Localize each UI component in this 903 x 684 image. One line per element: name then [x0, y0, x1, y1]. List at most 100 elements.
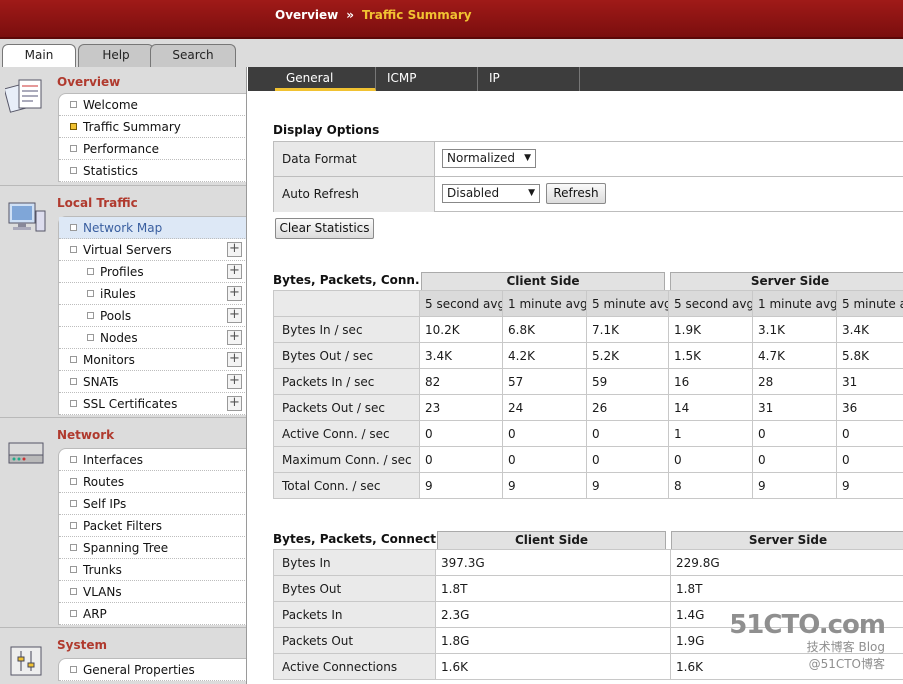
data-format-label: Data Format: [274, 142, 435, 177]
sidebar-item-routes[interactable]: Routes: [59, 471, 246, 493]
table-cell: 9: [502, 472, 587, 499]
local-traffic-menu: Network Map Virtual Servers + Profiles + i…: [58, 216, 246, 415]
table-cell: 9: [419, 472, 503, 499]
section-divider: [0, 417, 246, 418]
table-cell: 23: [419, 394, 503, 421]
bullet-icon: [70, 356, 77, 363]
sidebar: Overview Welcome Traffic Summary Perform…: [0, 67, 247, 684]
tab-icmp[interactable]: ICMP: [376, 67, 478, 91]
table-row: Packets In / sec 82 57 59 16 28 31: [273, 368, 903, 395]
expand-plus-icon[interactable]: +: [227, 352, 242, 367]
bullet-icon: [70, 500, 77, 507]
table-row: Total Conn. / sec 9 9 9 8 9 9: [273, 472, 903, 499]
refresh-button[interactable]: Refresh: [546, 183, 606, 204]
clear-statistics-button[interactable]: Clear Statistics: [275, 218, 374, 239]
sidebar-item-general-properties[interactable]: General Properties: [59, 659, 246, 681]
table-cell: 8: [668, 472, 753, 499]
sidebar-item-virtual-servers[interactable]: Virtual Servers +: [59, 239, 246, 261]
section-title-system: System: [57, 638, 107, 652]
column-header: 1 minute avg.: [752, 290, 837, 317]
sidebar-item-interfaces[interactable]: Interfaces: [59, 449, 246, 471]
sidebar-item-snats[interactable]: SNATs +: [59, 371, 246, 393]
breadcrumb-current: Traffic Summary: [362, 8, 472, 22]
tab-help[interactable]: Help: [78, 44, 154, 67]
auto-refresh-select[interactable]: Disabled ▼: [442, 184, 540, 203]
table-cell: 0: [752, 446, 837, 473]
sidebar-item-vlans[interactable]: VLANs: [59, 581, 246, 603]
column-header: 5 minute avg.: [836, 290, 903, 317]
data-format-select[interactable]: Normalized ▼: [442, 149, 536, 168]
bullet-icon: [87, 334, 94, 341]
table-cell: 1.6K: [435, 653, 671, 680]
expand-plus-icon[interactable]: +: [227, 374, 242, 389]
expand-plus-icon[interactable]: +: [227, 396, 242, 411]
expand-plus-icon[interactable]: +: [227, 308, 242, 323]
table-cell: 14: [668, 394, 753, 421]
table-cell: 5.2K: [586, 342, 669, 369]
table-row: Bytes In 397.3G 229.8G: [273, 549, 903, 576]
sidebar-item-arp[interactable]: ARP: [59, 603, 246, 625]
sidebar-item-pools[interactable]: Pools +: [59, 305, 246, 327]
sidebar-item-welcome[interactable]: Welcome: [59, 94, 246, 116]
system-settings-icon: [10, 646, 42, 676]
tab-general[interactable]: General: [275, 67, 376, 91]
bullet-icon: [70, 145, 77, 152]
section-divider: [0, 627, 246, 628]
row-label: Packets Out / sec: [273, 394, 420, 421]
expand-plus-icon[interactable]: +: [227, 286, 242, 301]
totals-table-title: Bytes, Packets, Connections: [273, 532, 464, 546]
row-label: Maximum Conn. / sec: [273, 446, 420, 473]
table-cell: 24: [502, 394, 587, 421]
table-cell: 7.1K: [586, 316, 669, 343]
table-cell: 397.3G: [435, 549, 671, 576]
tab-main[interactable]: Main: [2, 44, 76, 68]
totals-client-side-header: Client Side: [437, 531, 666, 549]
table-cell: 3.4K: [836, 316, 903, 343]
table-cell: 1.9K: [668, 316, 753, 343]
sidebar-item-profiles[interactable]: Profiles +: [59, 261, 246, 283]
expand-plus-icon[interactable]: +: [227, 264, 242, 279]
sidebar-item-trunks[interactable]: Trunks: [59, 559, 246, 581]
table-cell: 2.3G: [435, 601, 671, 628]
table-cell: 1.8T: [670, 575, 903, 602]
tab-ip[interactable]: IP: [478, 67, 580, 91]
bullet-icon: [70, 566, 77, 573]
expand-plus-icon[interactable]: +: [227, 330, 242, 345]
table-cell: 1.5K: [668, 342, 753, 369]
section-title-local-traffic: Local Traffic: [57, 196, 138, 210]
sidebar-item-monitors[interactable]: Monitors +: [59, 349, 246, 371]
sidebar-item-nodes[interactable]: Nodes +: [59, 327, 246, 349]
watermark-line3: @51CTO博客: [808, 657, 885, 671]
sidebar-item-statistics[interactable]: Statistics: [59, 160, 246, 182]
table-cell: 1.8G: [435, 627, 671, 654]
bullet-icon: [87, 312, 94, 319]
dropdown-arrow-icon: ▼: [528, 188, 535, 198]
overview-documents-icon: [5, 79, 42, 113]
bullet-icon: [87, 290, 94, 297]
totals-server-side-header: Server Side: [671, 531, 903, 549]
watermark: 51CTO.com 技术博客 Blog @51CTO博客: [729, 612, 886, 672]
table-cell: 6.8K: [502, 316, 587, 343]
table-cell: 0: [419, 420, 503, 447]
table-header-row: 5 second avg. 1 minute avg. 5 minute avg…: [273, 290, 903, 317]
sidebar-item-network-map[interactable]: Network Map: [59, 217, 246, 239]
table-cell: 26: [586, 394, 669, 421]
sidebar-item-ssl-certificates[interactable]: SSL Certificates +: [59, 393, 246, 415]
sidebar-item-irules[interactable]: iRules +: [59, 283, 246, 305]
sidebar-tabs: Main Help Search: [0, 39, 903, 68]
expand-plus-icon[interactable]: +: [227, 242, 242, 257]
bullet-icon: [70, 588, 77, 595]
sidebar-item-self-ips[interactable]: Self IPs: [59, 493, 246, 515]
network-menu: Interfaces Routes Self IPs Packet Filter…: [58, 448, 246, 625]
sidebar-item-packet-filters[interactable]: Packet Filters: [59, 515, 246, 537]
sidebar-item-spanning-tree[interactable]: Spanning Tree: [59, 537, 246, 559]
sidebar-item-traffic-summary[interactable]: Traffic Summary: [59, 116, 246, 138]
table-cell: 31: [836, 368, 903, 395]
table-cell: 0: [586, 446, 669, 473]
bullet-icon: [70, 167, 77, 174]
breadcrumb-overview[interactable]: Overview: [275, 8, 338, 22]
sidebar-item-performance[interactable]: Performance: [59, 138, 246, 160]
column-header: 5 second avg.: [419, 290, 503, 317]
tab-search[interactable]: Search: [150, 44, 236, 67]
table-cell: 28: [752, 368, 837, 395]
